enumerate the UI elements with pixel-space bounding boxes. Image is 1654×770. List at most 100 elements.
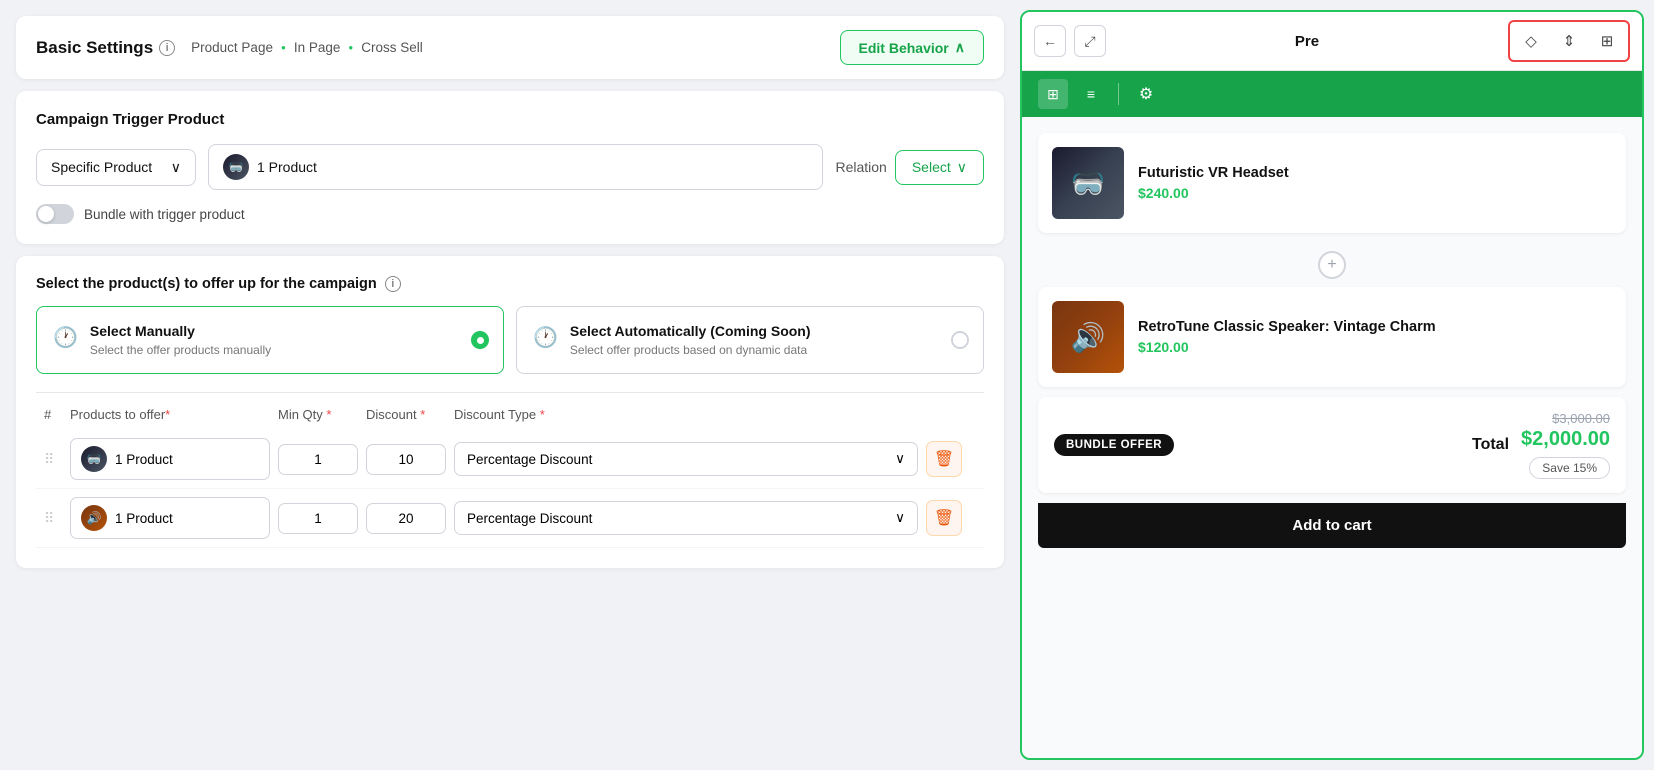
product-price-1: $240.00: [1138, 185, 1289, 201]
total-label: Total: [1472, 436, 1509, 454]
basic-settings-title: Basic Settings i: [36, 38, 175, 58]
breadcrumb: Product Page ● In Page ● Cross Sell: [191, 40, 823, 55]
clock-icon-2: 🕐: [533, 325, 558, 350]
discount-type-value-1: Percentage Discount: [467, 452, 592, 467]
product-card-1: 🥽 Futuristic VR Headset $240.00: [1038, 133, 1626, 233]
chevron-down-icon: ∨: [171, 159, 181, 176]
offer-manual-text: Select Manually Select the offer product…: [90, 323, 271, 357]
qty-cell-1[interactable]: 1: [278, 444, 358, 475]
chevron-down-icon-4: ∨: [895, 510, 905, 526]
offer-title: Select the product(s) to offer up for th…: [36, 276, 984, 292]
paint-tool-button[interactable]: ◇: [1514, 24, 1548, 58]
campaign-trigger-section: Campaign Trigger Product Specific Produc…: [16, 91, 1004, 244]
plus-divider: +: [1038, 243, 1626, 287]
qty-cell-2[interactable]: 1: [278, 503, 358, 534]
offer-auto-text: Select Automatically (Coming Soon) Selec…: [570, 323, 811, 357]
preview-label: Pre: [1106, 33, 1508, 50]
drag-handle-1[interactable]: ⠿: [44, 451, 62, 468]
edit-behavior-label: Edit Behavior: [859, 40, 949, 56]
relation-group: Relation Select ∨: [835, 150, 984, 185]
offer-options: 🕐 Select Manually Select the offer produ…: [36, 306, 984, 374]
product-price-2: $120.00: [1138, 339, 1436, 355]
title-text: Basic Settings: [36, 38, 153, 58]
delete-btn-2[interactable]: 🗑: [926, 500, 962, 536]
bundle-label: Bundle with trigger product: [84, 207, 245, 222]
discount-cell-1[interactable]: 10: [366, 444, 446, 475]
product-card-2: 🔊 RetroTune Classic Speaker: Vintage Cha…: [1038, 287, 1626, 387]
final-price: $2,000.00: [1521, 428, 1610, 451]
bundle-toggle[interactable]: [36, 204, 74, 224]
col-minqty: Min Qty *: [278, 407, 358, 422]
dot-1: ●: [281, 43, 286, 52]
product-avatar-1: 🥽: [223, 154, 249, 180]
product-name-2: RetroTune Classic Speaker: Vintage Charm: [1138, 319, 1436, 335]
product-cell-1[interactable]: 🥽 1 Product: [70, 438, 270, 480]
discount-type-dropdown-1[interactable]: Percentage Discount ∨: [454, 442, 918, 476]
discount-type-value-2: Percentage Discount: [467, 511, 592, 526]
breadcrumb-cross-sell: Cross Sell: [361, 40, 423, 55]
info-icon[interactable]: i: [159, 40, 175, 56]
radio-empty-auto: [951, 331, 969, 349]
toolbar-right-outlined: ◇ ⇕ ⊞: [1508, 20, 1630, 62]
bundle-row: Bundle with trigger product: [36, 204, 984, 224]
save-badge: Save 15%: [1529, 457, 1610, 479]
offer-title-text: Select the product(s) to offer up for th…: [36, 276, 377, 292]
relation-label: Relation: [835, 159, 886, 175]
trigger-type-value: Specific Product: [51, 159, 152, 175]
back-button[interactable]: ←: [1034, 25, 1066, 57]
col-products: Products to offer*: [70, 407, 270, 422]
manual-title: Select Manually: [90, 323, 271, 339]
delete-btn-1[interactable]: 🗑: [926, 441, 962, 477]
right-panel: ← ⤢ Pre ◇ ⇕ ⊞ ⊞ ≡ ⚙ →: [1020, 0, 1654, 770]
offer-info-icon[interactable]: i: [385, 276, 401, 292]
toolbar-separator: [1118, 83, 1119, 105]
add-to-cart-button[interactable]: Add to cart: [1038, 503, 1626, 548]
col-discount-type: Discount Type *: [454, 407, 918, 422]
product-count-label: 1 Product: [257, 159, 317, 175]
bundle-total: BUNDLE OFFER Total $3,000.00 $2,000.00 S…: [1038, 397, 1626, 493]
plus-circle: +: [1318, 251, 1346, 279]
product-name-row1: 1 Product: [115, 452, 173, 467]
toolbar-top: ← ⤢ Pre ◇ ⇕ ⊞: [1022, 12, 1642, 71]
preview-container: ← ⤢ Pre ◇ ⇕ ⊞ ⊞ ≡ ⚙ →: [1020, 10, 1644, 760]
settings-gear-button[interactable]: ⚙: [1131, 79, 1161, 109]
product-cell-2[interactable]: 🔊 1 Product: [70, 497, 270, 539]
offer-option-manual[interactable]: 🕐 Select Manually Select the offer produ…: [36, 306, 504, 374]
product-display: 🥽 1 Product: [208, 144, 823, 190]
chevron-down-icon-3: ∨: [895, 451, 905, 467]
dot-2: ●: [348, 43, 353, 52]
trigger-row: Specific Product ∨ 🥽 1 Product Relation …: [36, 144, 984, 190]
product-avatar-row1: 🥽: [81, 446, 107, 472]
grid-view-button[interactable]: ⊞: [1038, 79, 1068, 109]
offer-option-auto[interactable]: 🕐 Select Automatically (Coming Soon) Sel…: [516, 306, 984, 374]
toolbar-left-group: ← ⤢: [1034, 25, 1106, 57]
resize-tool-button[interactable]: ⇕: [1552, 24, 1586, 58]
auto-desc: Select offer products based on dynamic d…: [570, 343, 811, 357]
campaign-trigger-title: Campaign Trigger Product: [36, 111, 984, 128]
clock-icon-1: 🕐: [53, 325, 78, 350]
table-row: ⠿ 🔊 1 Product 1 20 Percentage Discount ∨…: [36, 489, 984, 548]
product-avatar-row2: 🔊: [81, 505, 107, 531]
chevron-up-icon: ∧: [955, 39, 965, 56]
relation-select-button[interactable]: Select ∨: [895, 150, 984, 185]
discount-type-dropdown-2[interactable]: Percentage Discount ∨: [454, 501, 918, 535]
product-image-1: 🥽: [1052, 147, 1124, 219]
product-name-row2: 1 Product: [115, 511, 173, 526]
toggle-knob: [38, 206, 54, 222]
radio-dot-manual: [471, 331, 489, 349]
auto-title: Select Automatically (Coming Soon): [570, 323, 811, 339]
green-toolbar-wrapper: ⊞ ≡ ⚙ →: [1022, 71, 1642, 117]
list-view-button[interactable]: ≡: [1076, 79, 1106, 109]
discount-cell-2[interactable]: 20: [366, 503, 446, 534]
green-toolbar: ⊞ ≡ ⚙: [1022, 71, 1642, 117]
expand-button[interactable]: ⤢: [1074, 25, 1106, 57]
drag-handle-2[interactable]: ⠿: [44, 510, 62, 527]
original-price: $3,000.00: [1552, 411, 1610, 426]
trigger-type-dropdown[interactable]: Specific Product ∨: [36, 149, 196, 186]
product-name-1: Futuristic VR Headset: [1138, 165, 1289, 181]
edit-behavior-button[interactable]: Edit Behavior ∧: [840, 30, 985, 65]
total-right: $3,000.00 $2,000.00 Save 15%: [1521, 411, 1610, 479]
sliders-tool-button[interactable]: ⊞: [1590, 24, 1624, 58]
bundle-total-row: BUNDLE OFFER Total $3,000.00 $2,000.00 S…: [1054, 411, 1610, 479]
product-row-1: 🥽 Futuristic VR Headset $240.00: [1052, 147, 1612, 219]
